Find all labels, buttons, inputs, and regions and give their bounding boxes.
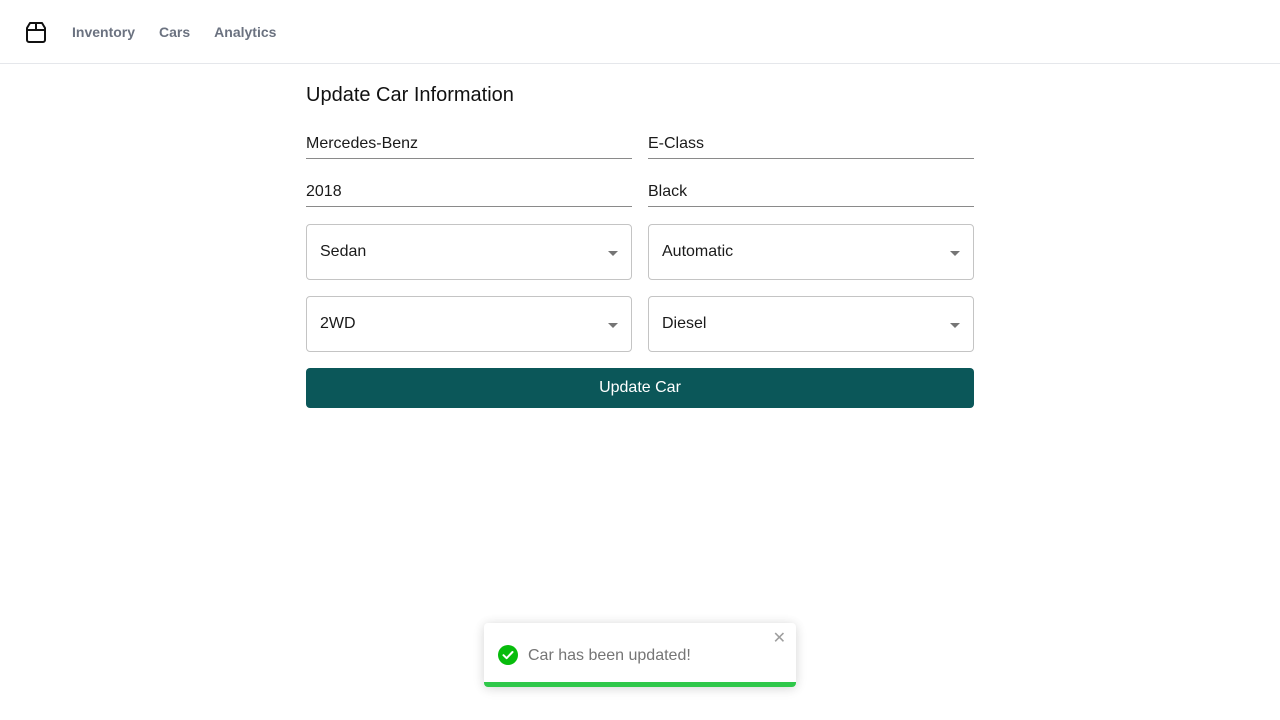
box-icon[interactable] [25,20,47,44]
page-title: Update Car Information [306,84,514,106]
nav-item-inventory[interactable]: Inventory [72,24,135,40]
transmission-value: Automatic [662,243,734,260]
transmission-select[interactable]: Automatic [648,224,974,280]
toast-progress-bar [484,682,796,687]
drivetrain-value: 2WD [320,315,356,332]
make-field[interactable] [306,123,632,158]
year-field[interactable] [306,171,632,206]
year-field-wrapper [306,171,632,207]
color-field[interactable] [648,171,974,206]
make-field-wrapper [306,123,632,159]
color-field-wrapper [648,171,974,207]
top-navbar: Inventory Cars Analytics [0,0,1280,64]
body-type-value: Sedan [320,243,367,260]
update-car-button[interactable]: Update Car [306,368,974,408]
fuel-select[interactable]: Diesel [648,296,974,352]
body-type-select[interactable]: Sedan [306,224,632,280]
nav-item-analytics[interactable]: Analytics [214,24,276,40]
nav-item-cars[interactable]: Cars [159,24,190,40]
chevron-down-icon [950,323,960,328]
model-field-wrapper [648,123,974,159]
fuel-value: Diesel [662,315,707,332]
close-icon[interactable]: ✕ [773,631,786,647]
chevron-down-icon [608,251,618,256]
toast-message: Car has been updated! [528,647,691,664]
check-circle-icon [498,645,518,665]
chevron-down-icon [950,251,960,256]
main-nav: Inventory Cars Analytics [72,0,276,64]
model-field[interactable] [648,123,974,158]
success-toast[interactable]: Car has been updated! ✕ [484,623,796,687]
drivetrain-select[interactable]: 2WD [306,296,632,352]
chevron-down-icon [608,323,618,328]
